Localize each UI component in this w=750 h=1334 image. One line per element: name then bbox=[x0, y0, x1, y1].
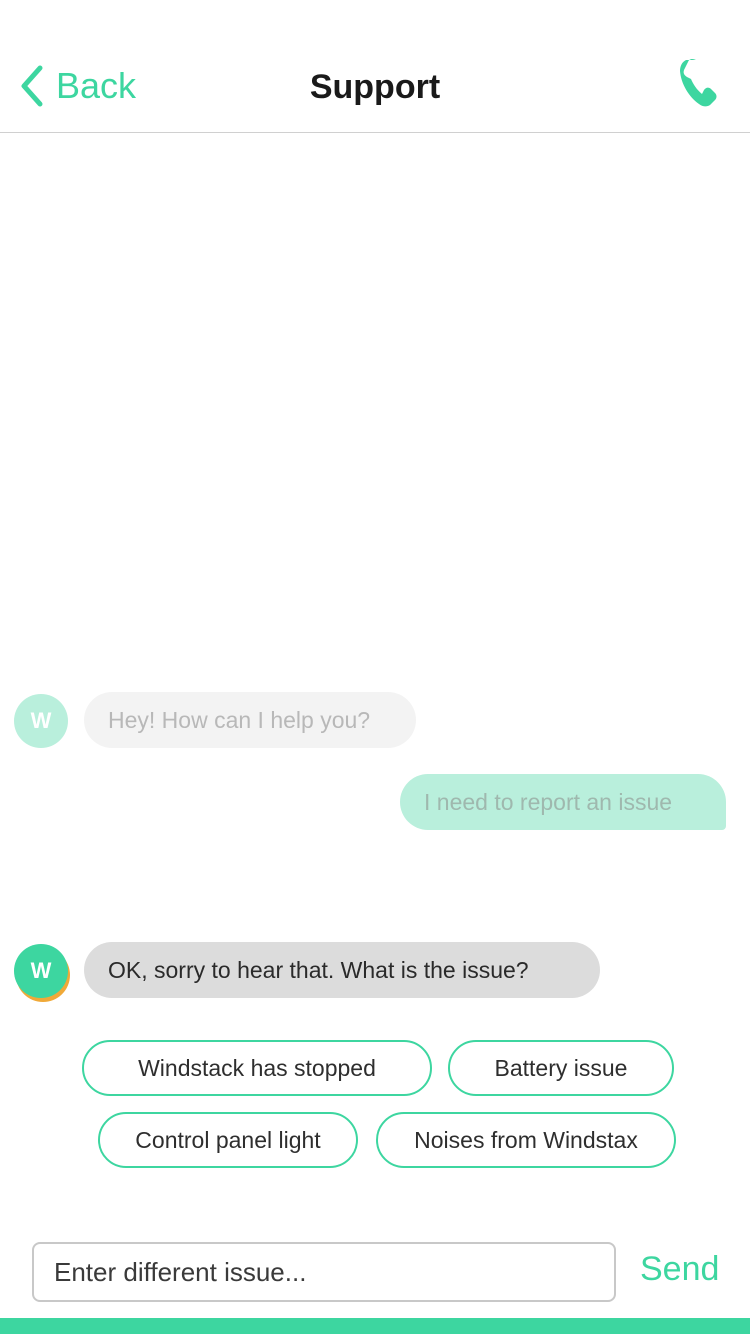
quick-reply-windstack-stopped[interactable]: Windstack has stopped bbox=[82, 1040, 432, 1096]
phone-icon bbox=[680, 58, 717, 107]
bot-message-bubble: Hey! How can I help you? bbox=[84, 692, 416, 748]
bot-avatar: W bbox=[14, 694, 68, 748]
send-button[interactable]: Send bbox=[640, 1252, 719, 1286]
bottom-accent-bar bbox=[0, 1318, 750, 1334]
page-title: Support bbox=[309, 68, 441, 106]
bot-avatar: W bbox=[14, 944, 68, 998]
nav-header: Back Support bbox=[0, 0, 750, 133]
user-message-bubble: I need to report an issue bbox=[400, 774, 726, 830]
quick-reply-noises[interactable]: Noises from Windstax bbox=[376, 1112, 676, 1168]
avatar-initial: W bbox=[30, 958, 52, 983]
call-button[interactable] bbox=[678, 56, 726, 108]
quick-reply-control-panel-light[interactable]: Control panel light bbox=[98, 1112, 358, 1168]
avatar-initial: W bbox=[30, 708, 52, 733]
quick-reply-battery-issue[interactable]: Battery issue bbox=[448, 1040, 674, 1096]
bot-message-bubble: OK, sorry to hear that. What is the issu… bbox=[84, 942, 600, 998]
issue-input[interactable] bbox=[32, 1242, 616, 1302]
support-chat-screen: Back Support W Hey! How can I help you? … bbox=[0, 0, 750, 1334]
